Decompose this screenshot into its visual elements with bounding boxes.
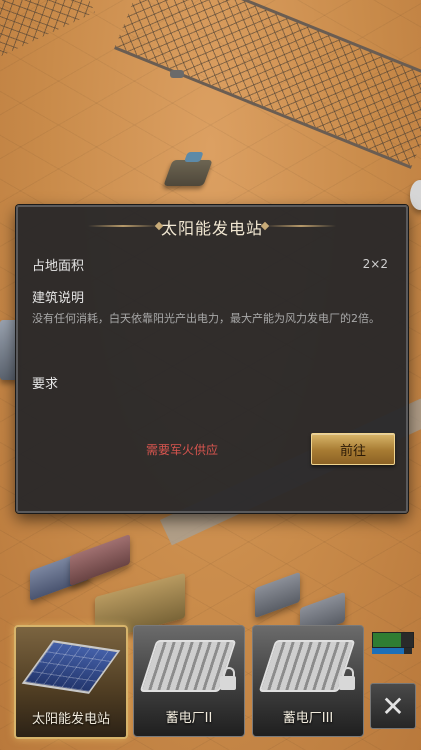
dialog-title: 太阳能发电站 <box>160 219 263 238</box>
building-card-solar-station[interactable]: 太阳能发电站 <box>14 625 128 739</box>
building <box>70 534 130 586</box>
building-card-label: 蓄电厂III <box>282 711 334 726</box>
lock-icon <box>220 667 236 690</box>
footprint-label: 占地面积 <box>32 258 85 274</box>
go-button[interactable]: 前往 <box>311 433 395 465</box>
building-card-label: 蓄电厂II <box>165 711 213 726</box>
building <box>255 571 300 619</box>
vehicle <box>163 160 213 186</box>
solar-panel-icon <box>21 640 121 694</box>
footprint-value: 2×2 <box>362 257 388 271</box>
description-section: 建筑说明 没有任何消耗，白天依靠阳光产出电力，最大产能为风力发电厂的2倍。 <box>32 287 392 326</box>
dialog-header: 太阳能发电站 <box>18 207 406 247</box>
building <box>410 180 421 210</box>
requirement-warning: 需要军火供应 <box>146 443 219 457</box>
building-card-label: 太阳能发电站 <box>31 712 110 727</box>
fence <box>114 0 421 169</box>
requirements-label: 要求 <box>32 377 59 392</box>
status-bar <box>372 632 414 648</box>
dialog-footer: 需要军火供应 前往 <box>18 433 406 467</box>
ornament-left <box>88 225 158 227</box>
map-object <box>170 70 184 78</box>
status-bar <box>372 648 412 654</box>
description-label: 建筑说明 <box>32 291 85 306</box>
requirements-section: 要求 <box>32 373 58 392</box>
footprint-row: 占地面积 2×2 <box>32 254 388 274</box>
close-button[interactable]: ✕ <box>370 683 416 729</box>
lock-icon <box>339 667 355 690</box>
description-text: 没有任何消耗，白天依靠阳光产出电力，最大产能为风力发电厂的2倍。 <box>32 312 380 325</box>
close-icon: ✕ <box>381 689 405 723</box>
ornament-right <box>266 225 336 227</box>
building-card-storage-plant-3[interactable]: 蓄电厂III <box>252 625 364 737</box>
building-card-storage-plant-2[interactable]: 蓄电厂II <box>133 625 245 737</box>
fence <box>0 0 95 64</box>
building-info-dialog: 太阳能发电站 占地面积 2×2 建筑说明 没有任何消耗，白天依靠阳光产出电力，最… <box>16 205 408 513</box>
